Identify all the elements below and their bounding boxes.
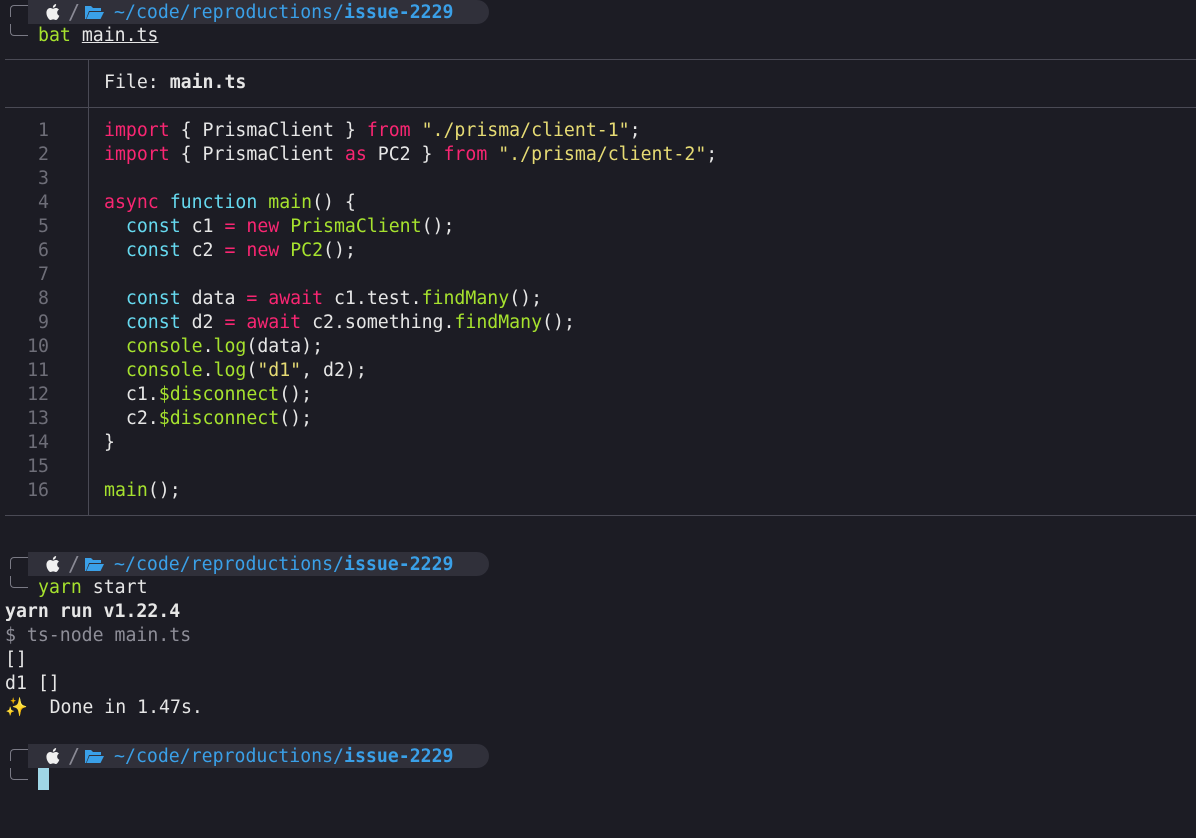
line-number: 10 xyxy=(27,336,49,357)
prompt-connector-bottom xyxy=(10,24,28,36)
line-number: 16 xyxy=(27,480,49,501)
bat-file-header: File: main.ts xyxy=(104,72,247,93)
code-line: c2.$disconnect(); xyxy=(104,408,313,429)
line-number: 8 xyxy=(38,288,49,309)
code-line: console.log("d1", d2); xyxy=(125,360,367,381)
prompt-connector-top xyxy=(10,557,28,569)
bat-gutter-rule xyxy=(88,107,89,515)
bat-top-rule xyxy=(5,59,1196,60)
line-number: 3 xyxy=(38,168,49,189)
prompt-connector-bottom xyxy=(10,768,28,780)
code-line: main(); xyxy=(104,480,181,501)
line-number: 2 xyxy=(38,144,49,165)
yarn-version-line: yarn run v1.22.4 xyxy=(5,601,181,622)
prompt-path-prefix: ~/code/reproductions/ xyxy=(114,745,344,767)
line-number: 5 xyxy=(38,216,49,237)
code-line: const data = await c1.test.findMany(); xyxy=(125,288,543,309)
command-argument: start xyxy=(92,577,148,598)
line-number: 4 xyxy=(38,192,49,213)
prompt-path-leaf: issue-2229 xyxy=(344,1,454,23)
line-number: 12 xyxy=(27,384,49,405)
command-line: bat main.ts xyxy=(38,24,158,48)
folder-open-icon xyxy=(85,750,105,763)
prompt-connector-top xyxy=(10,749,28,761)
bat-gutter-rule-top xyxy=(88,59,89,107)
prompt-connector-bottom xyxy=(10,576,28,588)
bat-bottom-rule xyxy=(5,515,1196,516)
command-argument: main.ts xyxy=(81,25,159,46)
code-line: const c2 = new PC2(); xyxy=(125,240,356,261)
ts-node-line: $ ts-node main.ts xyxy=(5,625,192,646)
apple-icon xyxy=(46,748,60,764)
code-line: const c1 = new PrismaClient(); xyxy=(125,216,455,237)
done-text: Done in 1.47s. xyxy=(49,697,203,718)
apple-icon xyxy=(46,4,60,20)
sparkles-icon: ✨ xyxy=(5,697,28,718)
prompt-separator: / xyxy=(68,0,81,24)
command-name: yarn xyxy=(38,577,82,598)
code-line: c1.$disconnect(); xyxy=(104,384,313,405)
line-number: 7 xyxy=(38,264,49,285)
prompt-path-leaf: issue-2229 xyxy=(344,745,454,767)
code-line: const d2 = await c2.something.findMany()… xyxy=(125,312,575,333)
prompt-path-leaf: issue-2229 xyxy=(344,553,454,575)
bat-header-rule xyxy=(5,107,1196,108)
code-line: } xyxy=(104,432,115,453)
code-line: import { PrismaClient as PC2 } from "./p… xyxy=(104,144,718,165)
terminal-cursor[interactable] xyxy=(38,768,49,790)
bat-file-name: main.ts xyxy=(169,72,247,93)
prompt-separator: / xyxy=(68,552,81,576)
line-number: 6 xyxy=(38,240,49,261)
done-line: ✨ Done in 1.47s. xyxy=(5,696,203,720)
apple-icon xyxy=(46,556,60,572)
line-number: 13 xyxy=(27,408,49,429)
command-line: yarn start xyxy=(38,576,148,600)
prompt-bar: / ~/code/reproductions/issue-2229 xyxy=(28,0,489,24)
output-line: d1 [] xyxy=(5,673,60,694)
command-name: bat xyxy=(38,25,71,46)
prompt-path-prefix: ~/code/reproductions/ xyxy=(114,1,344,23)
folder-open-icon xyxy=(85,6,105,19)
line-number: 15 xyxy=(27,456,49,477)
prompt-separator: / xyxy=(68,744,81,768)
prompt-bar: / ~/code/reproductions/issue-2229 xyxy=(28,552,489,576)
output-line: [] xyxy=(5,649,27,670)
prompt-connector-top xyxy=(10,5,28,17)
line-number: 11 xyxy=(27,360,49,381)
line-number: 9 xyxy=(38,312,49,333)
code-line: async function main() { xyxy=(104,192,356,213)
folder-open-icon xyxy=(85,558,105,571)
line-number: 14 xyxy=(27,432,49,453)
code-line: import { PrismaClient } from "./prisma/c… xyxy=(104,120,641,141)
line-number: 1 xyxy=(38,120,49,141)
code-line: console.log(data); xyxy=(125,336,324,357)
prompt-path-prefix: ~/code/reproductions/ xyxy=(114,553,344,575)
prompt-bar: / ~/code/reproductions/issue-2229 xyxy=(28,744,489,768)
